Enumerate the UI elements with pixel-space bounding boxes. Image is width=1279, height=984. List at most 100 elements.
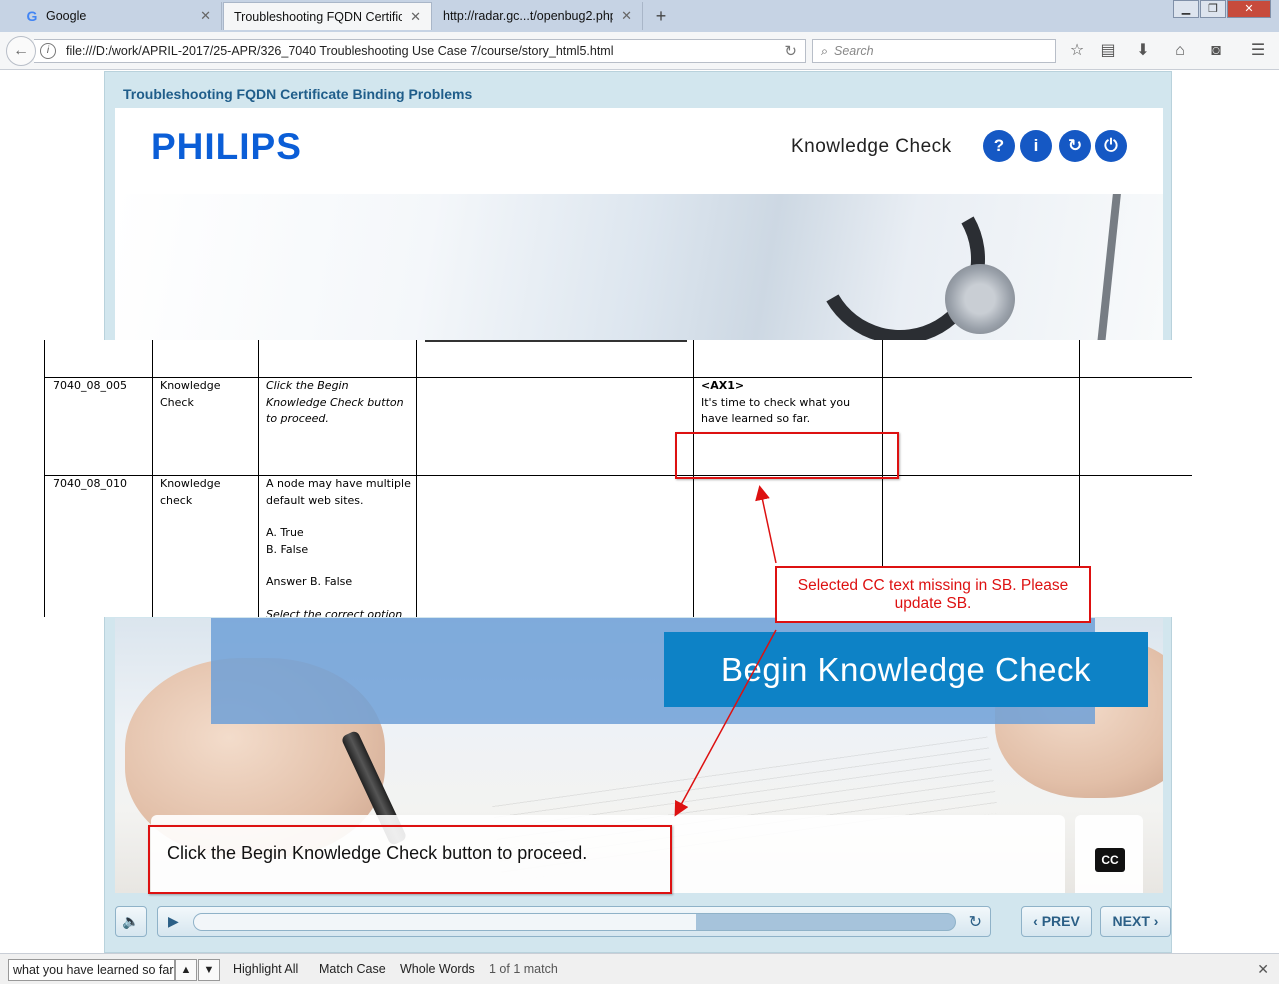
highlight-all-toggle[interactable]: Highlight All [233, 962, 298, 976]
callout-line: update SB. [894, 595, 972, 612]
missing-cc-highlight-box [675, 432, 899, 479]
whole-words-toggle[interactable]: Whole Words [400, 962, 475, 976]
tab-google[interactable]: G Google ✕ [14, 2, 222, 30]
slide-header: PHILIPS Knowledge Check ? i ↻ ⏻ [115, 108, 1163, 194]
replay-icon[interactable]: ↻ [969, 912, 982, 932]
review-comment-callout: Selected CC text missing in SB. Please u… [775, 566, 1091, 623]
image-strip [425, 340, 687, 342]
search-placeholder: Search [834, 44, 874, 58]
info-icon[interactable]: i [40, 43, 56, 59]
table-row-type: Knowledge Check [160, 378, 220, 411]
question-line: A node may have multiple [266, 477, 411, 490]
help-button[interactable]: ? [983, 130, 1015, 162]
next-button[interactable]: NEXT › [1100, 906, 1171, 937]
match-case-toggle[interactable]: Match Case [319, 962, 386, 976]
prev-button[interactable]: ‹ PREV [1021, 906, 1092, 937]
onscreen-line: to proceed. [266, 412, 329, 425]
info-button[interactable]: i [1020, 130, 1052, 162]
stethoscope-tube [1096, 194, 1122, 341]
course-title: Troubleshooting FQDN Certificate Binding… [123, 86, 473, 102]
close-icon[interactable]: ✕ [200, 8, 211, 24]
close-icon[interactable]: ✕ [1257, 961, 1269, 978]
restart-button[interactable]: ↻ [1059, 130, 1091, 162]
callout-line: Selected CC text missing in SB. Please [797, 577, 1069, 594]
cc-text-highlight-box [148, 825, 672, 894]
seekbar[interactable]: ▶ ↻ [157, 906, 991, 937]
type-line: Knowledge [160, 379, 221, 392]
minimize-button[interactable]: ▁ [1173, 0, 1199, 18]
philips-logo: PHILIPS [151, 126, 302, 167]
option-b: B. False [266, 542, 309, 556]
type-line: Check [160, 395, 194, 409]
volume-button[interactable]: 🔈 [115, 906, 147, 937]
next-label: NEXT [1112, 913, 1150, 929]
section-title: Knowledge Check [791, 136, 952, 157]
find-next-button[interactable]: ▼ [198, 959, 220, 981]
table-row-type: Knowledge check [160, 476, 220, 509]
cc-toggle-button[interactable]: CC [1075, 815, 1143, 893]
url-text: file:///D:/work/APRIL-2017/25-APR/326_70… [66, 44, 614, 58]
onscreen-line: Knowledge Check button [266, 395, 404, 409]
bookmark-star-icon[interactable]: ☆ [1066, 40, 1088, 62]
progress-track[interactable] [193, 913, 956, 931]
search-icon: ⌕ [821, 43, 829, 58]
close-icon[interactable]: ✕ [621, 8, 632, 24]
window-close-button[interactable]: ✕ [1227, 0, 1271, 18]
column-divider [152, 340, 153, 617]
prev-label: PREV [1041, 913, 1080, 929]
type-line: check [160, 493, 193, 507]
knowledge-check-banner: Begin Knowledge Check [211, 618, 1148, 724]
audio-line: It's time to check what you [701, 395, 851, 409]
column-divider [258, 340, 259, 617]
onscreen-line: Click the Begin [266, 379, 349, 392]
tab-title: http://radar.gc...t/openbug2.php [443, 9, 614, 23]
reload-icon[interactable]: ↻ [784, 42, 797, 60]
table-row-onscreen: Click the Begin Knowledge Check button t… [266, 378, 404, 428]
table-row-id: 7040_08_010 [53, 477, 127, 490]
pocket-icon[interactable]: ◙ [1205, 40, 1227, 62]
exit-button[interactable]: ⏻ [1095, 130, 1127, 162]
audio-tag: <AX1> [701, 379, 745, 392]
tab-course[interactable]: Troubleshooting FQDN Certific... ✕ [223, 2, 432, 30]
nav-bar: i file:///D:/work/APRIL-2017/25-APR/326_… [0, 32, 1279, 70]
new-tab-button[interactable]: + [650, 5, 672, 27]
type-line: Knowledge [160, 477, 221, 490]
progress-fill [194, 914, 697, 930]
google-icon: G [26, 8, 38, 24]
url-bar[interactable]: i file:///D:/work/APRIL-2017/25-APR/326_… [34, 39, 806, 63]
download-icon[interactable]: ⬇ [1132, 40, 1154, 62]
find-status: 1 of 1 match [489, 962, 558, 976]
instruction-text: Select the correct option [266, 607, 403, 618]
tab-title: Google [46, 9, 87, 23]
menu-icon[interactable]: ☰ [1247, 40, 1269, 62]
close-icon[interactable]: ✕ [410, 9, 421, 25]
audio-line: have learned so far. [701, 412, 811, 425]
player-controls: 🔈 ▶ ↻ ‹ PREV NEXT › [115, 901, 1171, 943]
column-divider [416, 340, 417, 617]
stethoscope-chestpiece [945, 264, 1015, 334]
answer-text: Answer B. False [266, 575, 353, 588]
tab-title: Troubleshooting FQDN Certific... [234, 9, 403, 24]
question-line: default web sites. [266, 493, 364, 507]
play-icon[interactable]: ▶ [168, 913, 179, 930]
back-button[interactable]: ← [6, 36, 36, 66]
find-previous-button[interactable]: ▲ [175, 959, 197, 981]
home-icon[interactable]: ⌂ [1169, 40, 1191, 62]
find-input[interactable]: what you have learned so far. [8, 959, 175, 981]
table-row-question: A node may have multiple default web sit… [266, 476, 411, 617]
table-row-id: 7040_08_005 [53, 379, 127, 392]
table-row-audio: <AX1> It's time to check what you have l… [701, 378, 850, 428]
begin-knowledge-check-button[interactable]: Begin Knowledge Check [664, 632, 1148, 707]
reading-list-icon[interactable]: ▤ [1097, 40, 1119, 62]
tab-radar[interactable]: http://radar.gc...t/openbug2.php ✕ [433, 2, 643, 30]
option-a: A. True [266, 526, 304, 539]
find-bar: what you have learned so far. ▲ ▼ Highli… [0, 953, 1279, 984]
search-input[interactable]: ⌕ Search [812, 39, 1056, 63]
maximize-button[interactable]: ❐ [1200, 0, 1226, 18]
cc-icon: CC [1095, 848, 1125, 872]
doctor-photo-top [115, 194, 1163, 341]
tab-bar: G Google ✕ Troubleshooting FQDN Certific… [0, 0, 1279, 32]
